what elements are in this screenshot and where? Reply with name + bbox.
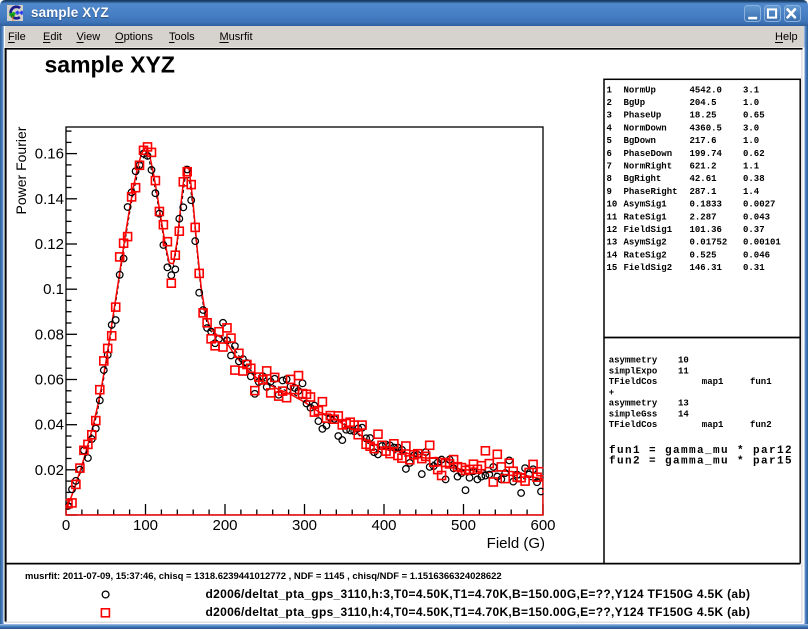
svg-text:0.12: 0.12 xyxy=(35,236,64,253)
svg-text:0.31: 0.31 xyxy=(743,263,765,273)
svg-text:BgRight: BgRight xyxy=(624,174,662,184)
svg-text:0.0027: 0.0027 xyxy=(743,200,775,210)
svg-text:d2006/deltat_pta_gps_3110,h:3,: d2006/deltat_pta_gps_3110,h:3,T0=4.50K,T… xyxy=(206,587,751,601)
svg-text:13: 13 xyxy=(678,399,689,409)
svg-text:BgUp: BgUp xyxy=(624,98,646,108)
svg-text:14: 14 xyxy=(607,250,618,260)
svg-text:AsymSig2: AsymSig2 xyxy=(624,238,667,248)
svg-text:asymmetry: asymmetry xyxy=(609,356,658,366)
svg-text:2.287: 2.287 xyxy=(690,212,717,222)
svg-text:d2006/deltat_pta_gps_3110,h:4,: d2006/deltat_pta_gps_3110,h:4,T0=4.50K,T… xyxy=(206,605,751,619)
svg-text:5: 5 xyxy=(607,136,612,146)
svg-text:204.5: 204.5 xyxy=(690,98,717,108)
svg-text:NormRight: NormRight xyxy=(624,162,673,172)
svg-text:PhaseRight: PhaseRight xyxy=(624,187,678,197)
svg-text:asymmetry: asymmetry xyxy=(609,399,658,409)
svg-text:0.00101: 0.00101 xyxy=(743,238,781,248)
svg-text:3.1: 3.1 xyxy=(743,85,760,95)
svg-text:0.62: 0.62 xyxy=(743,149,765,159)
svg-text:13: 13 xyxy=(607,238,618,248)
svg-text:FieldSig2: FieldSig2 xyxy=(624,263,673,273)
svg-text:0.08: 0.08 xyxy=(35,326,64,343)
svg-text:FieldSig1: FieldSig1 xyxy=(624,225,673,235)
svg-text:PhaseDown: PhaseDown xyxy=(624,149,673,159)
svg-text:fun2: fun2 xyxy=(750,420,772,430)
svg-text:1.4: 1.4 xyxy=(743,187,760,197)
svg-text:0.02: 0.02 xyxy=(35,462,64,479)
svg-text:0.04: 0.04 xyxy=(35,417,64,434)
svg-text:217.6: 217.6 xyxy=(690,136,717,146)
svg-text:200: 200 xyxy=(212,517,237,534)
svg-text:11: 11 xyxy=(607,212,618,222)
svg-text:42.61: 42.61 xyxy=(690,174,718,184)
svg-text:11: 11 xyxy=(678,366,689,376)
svg-text:12: 12 xyxy=(607,225,618,235)
svg-text:15: 15 xyxy=(607,263,618,273)
svg-text:+: + xyxy=(609,388,614,398)
svg-text:4542.0: 4542.0 xyxy=(690,85,722,95)
svg-text:3: 3 xyxy=(607,111,612,121)
svg-text:0.16: 0.16 xyxy=(35,146,64,163)
svg-text:RateSig1: RateSig1 xyxy=(624,212,668,222)
svg-text:300: 300 xyxy=(292,517,317,534)
svg-text:0.65: 0.65 xyxy=(743,111,765,121)
svg-text:1.0: 1.0 xyxy=(743,98,759,108)
svg-text:0.14: 0.14 xyxy=(35,191,64,208)
svg-text:100: 100 xyxy=(133,517,158,534)
svg-text:199.74: 199.74 xyxy=(690,149,723,159)
svg-text:4: 4 xyxy=(607,123,613,133)
svg-text:9: 9 xyxy=(607,187,612,197)
svg-text:simplExpo: simplExpo xyxy=(609,366,658,376)
svg-text:18.25: 18.25 xyxy=(690,111,717,121)
svg-text:287.1: 287.1 xyxy=(690,187,718,197)
svg-text:621.2: 621.2 xyxy=(690,162,717,172)
svg-text:600: 600 xyxy=(530,517,555,534)
svg-text:sample XYZ: sample XYZ xyxy=(45,51,175,77)
svg-text:musrfit: 2011-07-09, 15:37:46,: musrfit: 2011-07-09, 15:37:46, chisq = 1… xyxy=(25,571,502,582)
svg-text:0.38: 0.38 xyxy=(743,174,765,184)
svg-text:10: 10 xyxy=(607,200,618,210)
svg-text:fun1: fun1 xyxy=(750,377,772,387)
svg-text:0.046: 0.046 xyxy=(743,250,770,260)
svg-text:NormDown: NormDown xyxy=(624,123,667,133)
svg-text:map1: map1 xyxy=(702,420,724,430)
svg-text:TFieldCos: TFieldCos xyxy=(609,377,658,387)
svg-text:3.0: 3.0 xyxy=(743,123,759,133)
svg-text:4360.5: 4360.5 xyxy=(690,123,722,133)
svg-text:146.31: 146.31 xyxy=(690,263,723,273)
svg-text:0.1833: 0.1833 xyxy=(690,200,722,210)
svg-text:400: 400 xyxy=(371,517,396,534)
svg-text:0.01752: 0.01752 xyxy=(690,238,728,248)
svg-text:map1: map1 xyxy=(702,377,724,387)
svg-text:0: 0 xyxy=(62,517,70,534)
svg-text:14: 14 xyxy=(678,409,689,419)
svg-text:0.043: 0.043 xyxy=(743,212,770,222)
svg-text:fun2 = gamma_mu * par15: fun2 = gamma_mu * par15 xyxy=(609,456,793,468)
svg-text:Power Fourier: Power Fourier xyxy=(13,126,29,214)
svg-text:7: 7 xyxy=(607,162,612,172)
svg-text:BgDown: BgDown xyxy=(624,136,656,146)
svg-text:RateSig2: RateSig2 xyxy=(624,250,667,260)
svg-text:0.1: 0.1 xyxy=(43,281,64,298)
svg-text:101.36: 101.36 xyxy=(690,225,722,235)
svg-text:1.0: 1.0 xyxy=(743,136,759,146)
svg-text:1.1: 1.1 xyxy=(743,162,760,172)
svg-text:1: 1 xyxy=(607,85,613,95)
svg-text:simpleGss: simpleGss xyxy=(609,409,658,419)
svg-text:AsymSig1: AsymSig1 xyxy=(624,200,668,210)
svg-text:NormUp: NormUp xyxy=(624,85,656,95)
svg-text:0.06: 0.06 xyxy=(35,372,64,389)
svg-text:2: 2 xyxy=(607,98,612,108)
svg-text:10: 10 xyxy=(678,356,689,366)
svg-text:0.37: 0.37 xyxy=(743,225,765,235)
svg-text:500: 500 xyxy=(451,517,476,534)
svg-text:0.525: 0.525 xyxy=(690,250,717,260)
svg-text:TFieldCos: TFieldCos xyxy=(609,420,658,430)
svg-text:8: 8 xyxy=(607,174,612,184)
svg-text:6: 6 xyxy=(607,149,612,159)
svg-text:PhaseUp: PhaseUp xyxy=(624,111,662,121)
svg-text:Field (G): Field (G) xyxy=(487,535,545,552)
